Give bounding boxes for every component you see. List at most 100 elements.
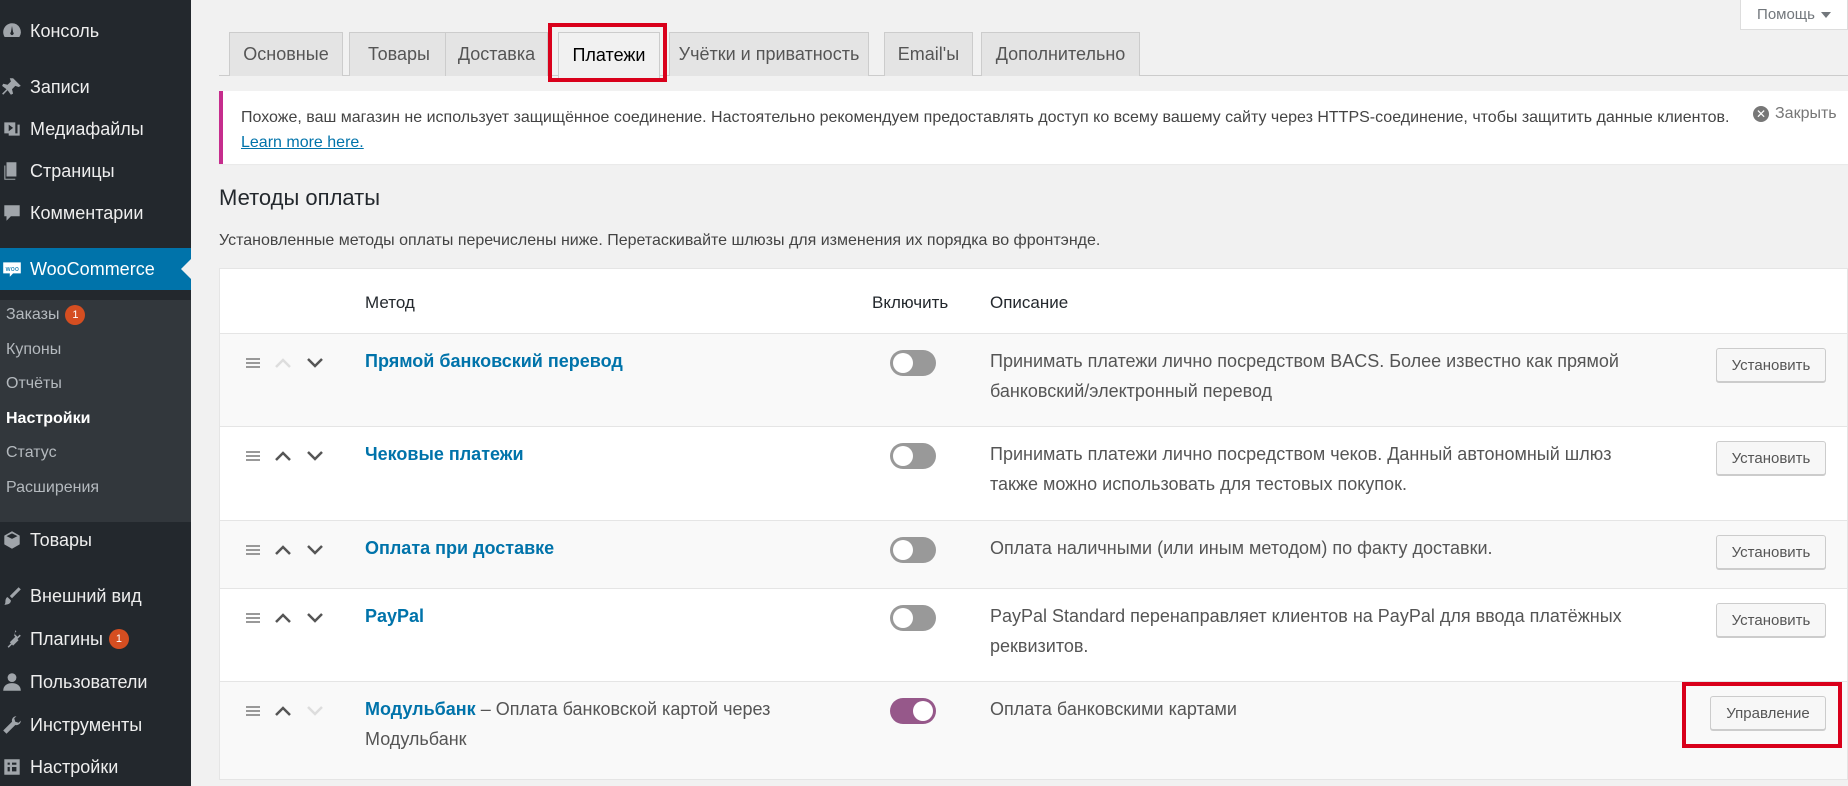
dismiss-notice-button[interactable]: ✕ Закрыть — [1753, 105, 1837, 123]
table-row: Прямой банковский перевод Принимать плат… — [220, 333, 1847, 426]
menu-label: Медиафайлы — [30, 118, 144, 139]
woo-icon: woo — [0, 258, 30, 280]
menu-item-posts[interactable]: Записи — [0, 67, 191, 107]
menu-item-pages[interactable]: Страницы — [0, 151, 191, 191]
gateway-description: Принимать платежи лично посредством чеко… — [990, 444, 1612, 494]
install-button[interactable]: Установить — [1716, 348, 1826, 382]
tab-products[interactable]: Товары — [349, 32, 449, 76]
menu-label: Пользователи — [30, 671, 148, 692]
menu-label: WooCommerce — [30, 258, 155, 279]
payments-tab-highlight — [548, 23, 667, 82]
tab-advanced[interactable]: Дополнительно — [981, 32, 1140, 76]
drag-handle-icon[interactable] — [246, 706, 260, 716]
brush-icon — [0, 585, 30, 607]
install-button[interactable]: Установить — [1716, 441, 1826, 475]
menu-item-plugins[interactable]: Плагины 1 — [0, 619, 191, 659]
submenu-item-status[interactable]: Статус — [6, 438, 57, 468]
chevron-up-icon[interactable] — [274, 704, 292, 718]
chevron-down-icon[interactable] — [306, 611, 324, 625]
plugins-update-badge: 1 — [108, 629, 129, 649]
menu-item-woocommerce[interactable]: woo WooCommerce — [0, 248, 191, 290]
pin-icon — [0, 76, 30, 98]
submenu-item-orders[interactable]: Заказы 1 — [6, 300, 86, 330]
gateway-description: Принимать платежи лично посредством BACS… — [990, 351, 1619, 401]
gateway-name-link[interactable]: Оплата при доставке — [365, 533, 554, 563]
menu-item-settings[interactable]: Настройки — [0, 747, 191, 786]
column-header-enable: Включить — [872, 293, 949, 312]
menu-label: Товары — [30, 529, 92, 550]
pages-icon — [0, 160, 30, 182]
submenu-item-settings[interactable]: Настройки — [6, 404, 90, 434]
menu-item-media[interactable]: Медиафайлы — [0, 109, 191, 149]
menu-label: Записи — [30, 76, 90, 97]
submenu-item-reports[interactable]: Отчёты — [6, 369, 62, 399]
table-row: Чековые платежи Принимать платежи лично … — [220, 426, 1847, 520]
gateway-description: Оплата банковскими картами — [990, 699, 1237, 719]
gateway-enable-toggle[interactable] — [890, 605, 936, 631]
admin-sidebar: Консоль Записи Медиафайлы Страницы Комме… — [0, 0, 191, 786]
chevron-down-icon[interactable] — [306, 543, 324, 557]
notice-message: Похоже, ваш магазин не использует защищё… — [241, 109, 1730, 126]
tab-general[interactable]: Основные — [229, 32, 343, 76]
drag-handle-icon[interactable] — [246, 613, 260, 623]
drag-handle-icon[interactable] — [246, 358, 260, 368]
orders-count-badge: 1 — [65, 305, 86, 325]
settings-tabs: Основные Товары Доставка Платежи Учётки … — [219, 23, 1848, 82]
chevron-up-icon[interactable] — [274, 611, 292, 625]
menu-item-comments[interactable]: Комментарии — [0, 193, 191, 233]
woocommerce-submenu: Заказы 1 Купоны Отчёты Настройки Статус … — [0, 300, 191, 522]
drag-handle-icon[interactable] — [246, 451, 260, 461]
box-icon — [0, 529, 30, 551]
menu-item-users[interactable]: Пользователи — [0, 662, 191, 702]
page-title: Методы оплаты — [219, 185, 381, 210]
media-icon — [0, 118, 30, 140]
dismiss-label: Закрыть — [1775, 105, 1837, 122]
chevron-up-icon[interactable] — [274, 543, 292, 557]
gateway-name-link[interactable]: Чековые платежи — [365, 439, 524, 469]
drag-handle-icon[interactable] — [246, 545, 260, 555]
tab-emails[interactable]: Email'ы — [884, 32, 973, 76]
learn-more-link[interactable]: Learn more here. — [241, 134, 364, 151]
tab-shipping[interactable]: Доставка — [445, 32, 548, 76]
settings-icon — [0, 756, 30, 778]
close-icon: ✕ — [1753, 106, 1769, 122]
install-button[interactable]: Установить — [1716, 535, 1826, 569]
menu-item-tools[interactable]: Инструменты — [0, 705, 191, 745]
help-tab[interactable]: Помощь — [1740, 0, 1848, 30]
gateway-name-link[interactable]: Модульбанк – Оплата банковской картой че… — [365, 694, 795, 754]
plugin-icon — [0, 628, 30, 650]
menu-item-appearance[interactable]: Внешний вид — [0, 576, 191, 616]
menu-item-products[interactable]: Товары — [0, 520, 191, 560]
submenu-item-extensions[interactable]: Расширения — [6, 473, 99, 503]
table-row: Модульбанк – Оплата банковской картой че… — [220, 681, 1847, 779]
chevron-up-icon — [274, 356, 292, 370]
help-label: Помощь — [1757, 6, 1815, 23]
gateway-name-link[interactable]: PayPal — [365, 601, 424, 631]
gateway-enable-toggle[interactable] — [890, 350, 936, 376]
menu-item-dashboard[interactable]: Консоль — [0, 11, 191, 51]
table-row: PayPal PayPal Standard перенаправляет кл… — [220, 588, 1847, 681]
comment-icon — [0, 202, 30, 224]
svg-text:woo: woo — [5, 265, 18, 273]
submenu-item-coupons[interactable]: Купоны — [6, 335, 61, 365]
https-notice: Похоже, ваш магазин не использует защищё… — [219, 91, 1848, 164]
triangle-down-icon — [1820, 11, 1831, 18]
menu-label: Консоль — [30, 20, 100, 41]
chevron-up-icon[interactable] — [274, 449, 292, 463]
gateway-enable-toggle[interactable] — [890, 698, 936, 724]
dashboard-icon — [0, 20, 30, 42]
section-description: Установленные методы оплаты перечислены … — [219, 232, 1101, 249]
payment-gateways-table: Метод Включить Описание Прямой банковски… — [219, 268, 1848, 780]
table-row: Оплата при доставке Оплата наличными (ил… — [220, 520, 1847, 588]
install-button[interactable]: Установить — [1716, 603, 1826, 637]
menu-label: Плагины — [30, 628, 103, 649]
chevron-down-icon[interactable] — [306, 449, 324, 463]
column-header-method: Метод — [365, 293, 415, 312]
chevron-down-icon[interactable] — [306, 356, 324, 370]
menu-label: Настройки — [30, 756, 119, 777]
gateway-description: Оплата наличными (или иным методом) по ф… — [990, 538, 1493, 558]
gateway-name-link[interactable]: Прямой банковский перевод — [365, 346, 623, 376]
gateway-enable-toggle[interactable] — [890, 443, 936, 469]
gateway-enable-toggle[interactable] — [890, 537, 936, 563]
tab-accounts-privacy[interactable]: Учётки и приватность — [669, 32, 869, 76]
